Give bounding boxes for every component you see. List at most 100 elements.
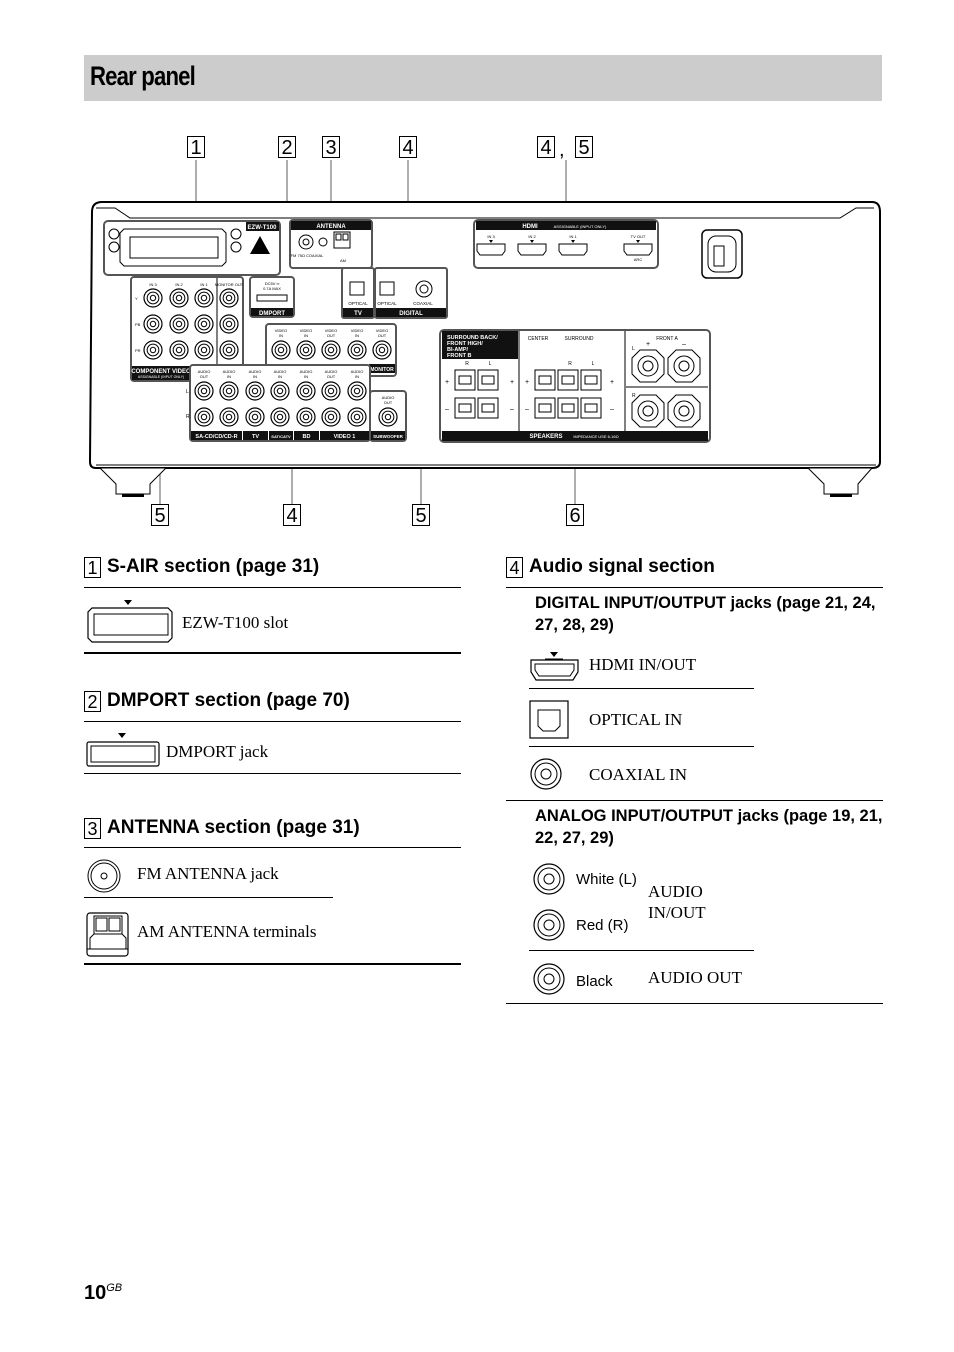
page-suffix: GB xyxy=(106,1282,123,1294)
hdmi-port xyxy=(558,243,588,256)
divider xyxy=(84,963,461,965)
rca-jack-icon-white xyxy=(533,863,565,895)
svg-text:OUT: OUT xyxy=(327,333,336,338)
power-inlet xyxy=(701,229,743,279)
optical-label: OPTICAL IN xyxy=(589,710,683,729)
component-row-label: PR xyxy=(135,348,141,353)
svg-text:CENTER: CENTER xyxy=(528,336,549,342)
rca-jack xyxy=(169,314,189,334)
svg-text:DIGITAL: DIGITAL xyxy=(399,311,423,317)
audio-out-label: AUDIO OUT xyxy=(648,968,742,987)
svg-text:–: – xyxy=(525,406,529,413)
svg-text:IN: IN xyxy=(355,333,359,338)
ezw-label: EZW-T100 xyxy=(248,225,278,231)
optical-jack-icon xyxy=(529,700,569,739)
svg-text:+: + xyxy=(525,379,529,386)
section-2-heading: 2 DMPORT section (page 70) xyxy=(84,690,350,712)
svg-text:IN: IN xyxy=(304,374,308,379)
hdmi-port xyxy=(517,243,547,256)
speakers-section: SURROUND BACK/ FRONT HIGH/ BI-AMP/ FRONT… xyxy=(439,329,711,443)
svg-text:IN: IN xyxy=(227,374,231,379)
speaker-terminal xyxy=(454,397,476,419)
antenna-section: ANTENNA FM 75Ω COAXIAL AM xyxy=(289,219,373,269)
binding-post xyxy=(667,349,701,383)
rca-jack xyxy=(321,407,341,427)
svg-text:ARC: ARC xyxy=(634,257,643,262)
section-number: 1 xyxy=(84,556,101,578)
speaker-terminal xyxy=(557,397,579,419)
binding-post xyxy=(667,394,701,428)
hdmi-label: HDMI IN/OUT xyxy=(589,655,697,674)
svg-text:R: R xyxy=(632,393,636,399)
audio-group-label: SA-CD/CD/CD-R xyxy=(195,434,237,440)
svg-text:R: R xyxy=(568,361,572,367)
fm-antenna-jack-icon xyxy=(87,859,121,893)
ezw-slot-label: EZW-T100 slot xyxy=(182,613,289,632)
section-number: 4 xyxy=(506,556,523,578)
hdmi-port-label: TV OUT xyxy=(631,234,646,239)
rca-jack xyxy=(219,407,239,427)
rca-jack xyxy=(194,340,214,360)
rca-jack xyxy=(169,288,189,308)
rca-jack xyxy=(321,340,341,360)
svg-text:COAXIAL: COAXIAL xyxy=(413,301,433,306)
svg-text:SPEAKERS: SPEAKERS xyxy=(529,434,562,440)
rca-jack xyxy=(347,407,367,427)
section-4-heading: 4 Audio signal section xyxy=(506,556,715,578)
speaker-terminal xyxy=(580,369,602,391)
rca-jack xyxy=(169,340,189,360)
rca-jack xyxy=(194,288,214,308)
analog-jacks-heading: ANALOG INPUT/OUTPUT jacks (page 19, 21, … xyxy=(535,807,883,847)
svg-text:ASSIGNABLE (INPUT ONLY): ASSIGNABLE (INPUT ONLY) xyxy=(554,224,607,229)
component-col-label: IN 1 xyxy=(200,282,208,287)
audio-group-label: SAT/CATV xyxy=(271,434,291,439)
svg-text:IMPEDANCE USE 6-16Ω: IMPEDANCE USE 6-16Ω xyxy=(573,434,618,439)
svg-text:0.7A MAX: 0.7A MAX xyxy=(263,286,281,291)
divider xyxy=(84,721,461,722)
svg-text:FM 75Ω COAXIAL: FM 75Ω COAXIAL xyxy=(291,253,325,258)
svg-text:TV: TV xyxy=(354,311,362,317)
svg-text:+: + xyxy=(510,379,514,386)
am-antenna-label: AM ANTENNA terminals xyxy=(137,922,317,941)
svg-text:R: R xyxy=(186,414,190,420)
divider xyxy=(84,652,461,654)
divider xyxy=(84,773,461,774)
ezw-slot-icon xyxy=(87,600,173,643)
component-col-label: IN 2 xyxy=(175,282,183,287)
svg-text:SUBWOOFER: SUBWOOFER xyxy=(373,434,403,439)
speaker-terminal xyxy=(580,397,602,419)
dmport-jack-label: DMPORT jack xyxy=(166,742,269,761)
binding-post xyxy=(631,394,665,428)
speaker-terminal xyxy=(454,369,476,391)
s-air-section: EZW-T100 xyxy=(103,220,281,276)
svg-text:HDMI: HDMI xyxy=(522,224,538,230)
red-r-label: Red (R) xyxy=(576,917,629,934)
divider xyxy=(529,950,754,951)
rca-jack xyxy=(219,381,239,401)
rca-jack-icon-red xyxy=(533,909,565,941)
svg-text:DMPORT: DMPORT xyxy=(259,311,285,317)
rca-jack xyxy=(143,314,163,334)
svg-text:ASSIGNABLE (INPUT ONLY): ASSIGNABLE (INPUT ONLY) xyxy=(138,375,184,379)
divider xyxy=(506,800,883,801)
svg-text:AM: AM xyxy=(340,258,346,263)
speaker-terminal xyxy=(534,369,556,391)
section-3-heading: 3 ANTENNA section (page 31) xyxy=(84,817,360,839)
svg-text:IN: IN xyxy=(355,374,359,379)
svg-text:–: – xyxy=(510,406,514,413)
svg-text:OUT: OUT xyxy=(200,374,209,379)
speaker-terminal xyxy=(477,369,499,391)
rca-jack xyxy=(270,407,290,427)
svg-text:SURROUND: SURROUND xyxy=(565,336,594,342)
divider xyxy=(84,897,333,898)
section-title: ANTENNA section (page 31) xyxy=(107,817,360,838)
svg-text:ANTENNA: ANTENNA xyxy=(316,224,346,230)
audio-inout-label: AUDIO IN/OUT xyxy=(648,882,706,922)
component-col-label: IN 3 xyxy=(149,282,157,287)
svg-text:OUT: OUT xyxy=(378,333,387,338)
speaker-terminal xyxy=(557,369,579,391)
audio-group-label: BD xyxy=(303,434,311,440)
svg-text:OUT: OUT xyxy=(327,374,336,379)
rca-jack xyxy=(321,381,341,401)
dmport-section: DC5V ═ 0.7A MAX DMPORT xyxy=(249,276,295,318)
